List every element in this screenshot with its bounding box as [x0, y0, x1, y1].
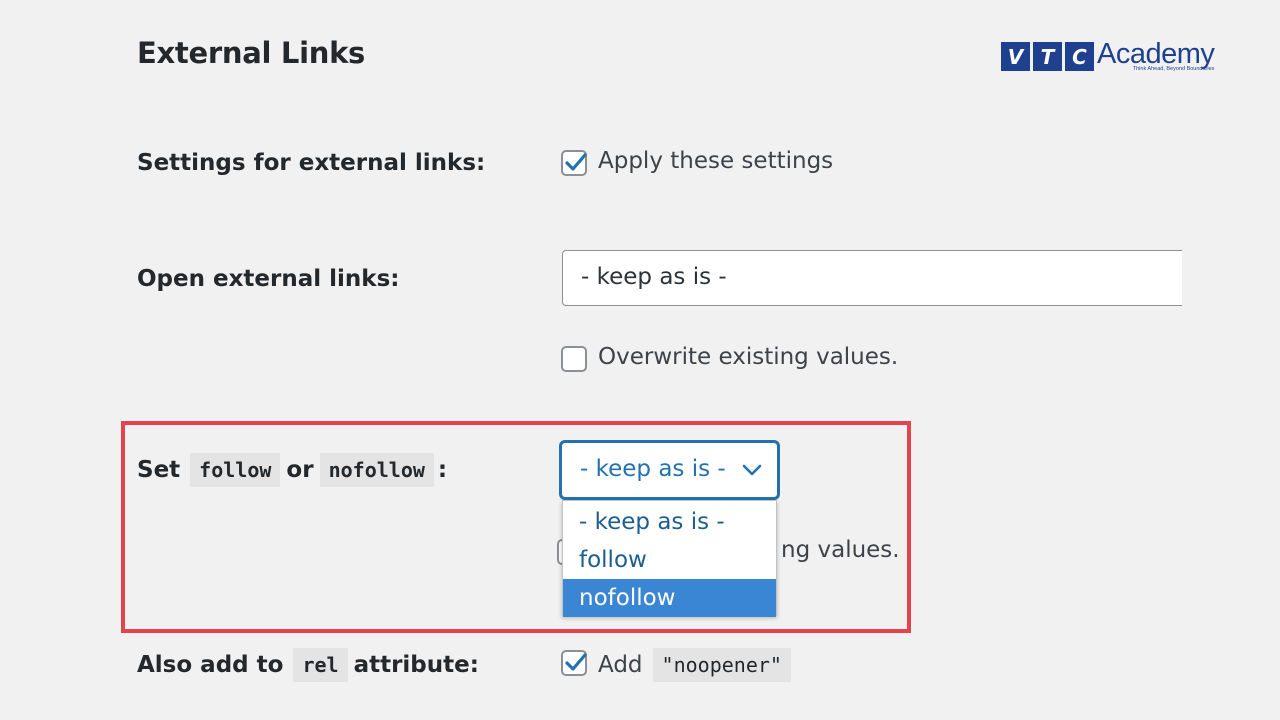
code-follow: follow [190, 453, 281, 487]
settings-page: External Links V T C Academy Think Ahead… [0, 0, 1280, 720]
logo-letter: V [1001, 42, 1030, 71]
chevron-down-icon [742, 464, 762, 476]
logo-letters: V T C [1001, 42, 1094, 71]
open-external-links-label: Open external links: [137, 266, 400, 292]
open-external-links-select[interactable]: - keep as is - [562, 250, 1182, 306]
follow-select-value: - keep as is - [580, 456, 726, 482]
follow-label-or: or [286, 457, 314, 483]
section-title: External Links [137, 36, 366, 70]
logo-wordmark: Academy Think Ahead, Beyond Boundaries [1097, 38, 1215, 73]
option-keep-as-is[interactable]: - keep as is - [563, 503, 776, 541]
vtc-academy-logo: V T C Academy Think Ahead, Beyond Bounda… [1001, 38, 1215, 73]
code-noopener: "noopener" [652, 648, 791, 682]
overwrite-follow-label-partial[interactable]: ng values. [781, 537, 900, 563]
follow-nofollow-label: Set follow or nofollow : [137, 453, 447, 487]
add-label: Add [598, 652, 643, 678]
rel-attribute-label: Also add to rel attribute: [137, 648, 479, 682]
logo-tagline: Think Ahead, Beyond Boundaries [1132, 66, 1215, 72]
checkmark-icon [565, 653, 587, 671]
follow-label-suffix: : [437, 457, 448, 483]
rel-label-prefix: Also add to [137, 652, 284, 678]
follow-nofollow-select[interactable]: - keep as is - [560, 441, 779, 499]
apply-settings-label[interactable]: Apply these settings [598, 148, 833, 174]
follow-label-prefix: Set [137, 457, 181, 483]
overwrite-open-checkbox[interactable] [561, 346, 587, 372]
rel-label-suffix: attribute: [353, 652, 479, 678]
option-nofollow[interactable]: nofollow [563, 579, 776, 617]
logo-letter: T [1033, 42, 1062, 71]
settings-external-links-label: Settings for external links: [137, 150, 486, 176]
follow-nofollow-dropdown: - keep as is - follow nofollow [562, 500, 777, 617]
add-noopener-checkbox[interactable] [561, 650, 587, 676]
add-noopener-label[interactable]: Add "noopener" [598, 648, 797, 682]
checkmark-icon [565, 153, 587, 171]
code-rel: rel [293, 648, 348, 682]
code-nofollow: nofollow [319, 453, 434, 487]
logo-letter: C [1065, 42, 1094, 71]
logo-name: Academy [1097, 38, 1215, 70]
overwrite-open-label[interactable]: Overwrite existing values. [598, 344, 898, 370]
apply-settings-checkbox[interactable] [561, 150, 587, 176]
open-external-links-value: - keep as is - [581, 264, 727, 290]
option-follow[interactable]: follow [563, 541, 776, 579]
